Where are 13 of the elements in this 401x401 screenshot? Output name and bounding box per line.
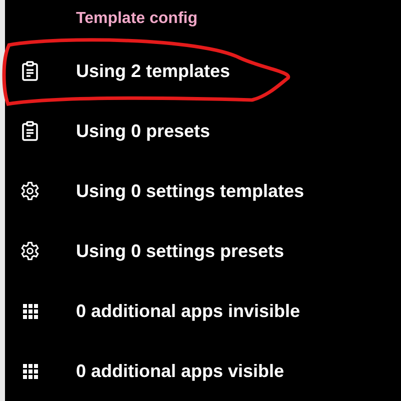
menu-item-label[interactable]: Using 0 settings templates xyxy=(76,180,304,202)
menu-item-label[interactable]: 0 additional apps visible xyxy=(76,360,284,382)
menu-item-label[interactable]: Using 0 settings presets xyxy=(76,240,284,262)
menu-item-label[interactable]: Using 0 presets xyxy=(76,120,210,142)
settings-icon xyxy=(20,181,40,201)
clipboard-icon xyxy=(20,121,40,141)
settings-icon xyxy=(20,241,40,261)
clipboard-icon xyxy=(20,61,40,81)
apps-grid-icon xyxy=(20,361,40,381)
menu-item-label[interactable]: 0 additional apps invisible xyxy=(76,300,300,322)
section-title: Template config xyxy=(75,9,198,29)
menu-item-label[interactable]: Using 2 templates xyxy=(76,60,230,82)
apps-grid-icon xyxy=(20,301,40,321)
